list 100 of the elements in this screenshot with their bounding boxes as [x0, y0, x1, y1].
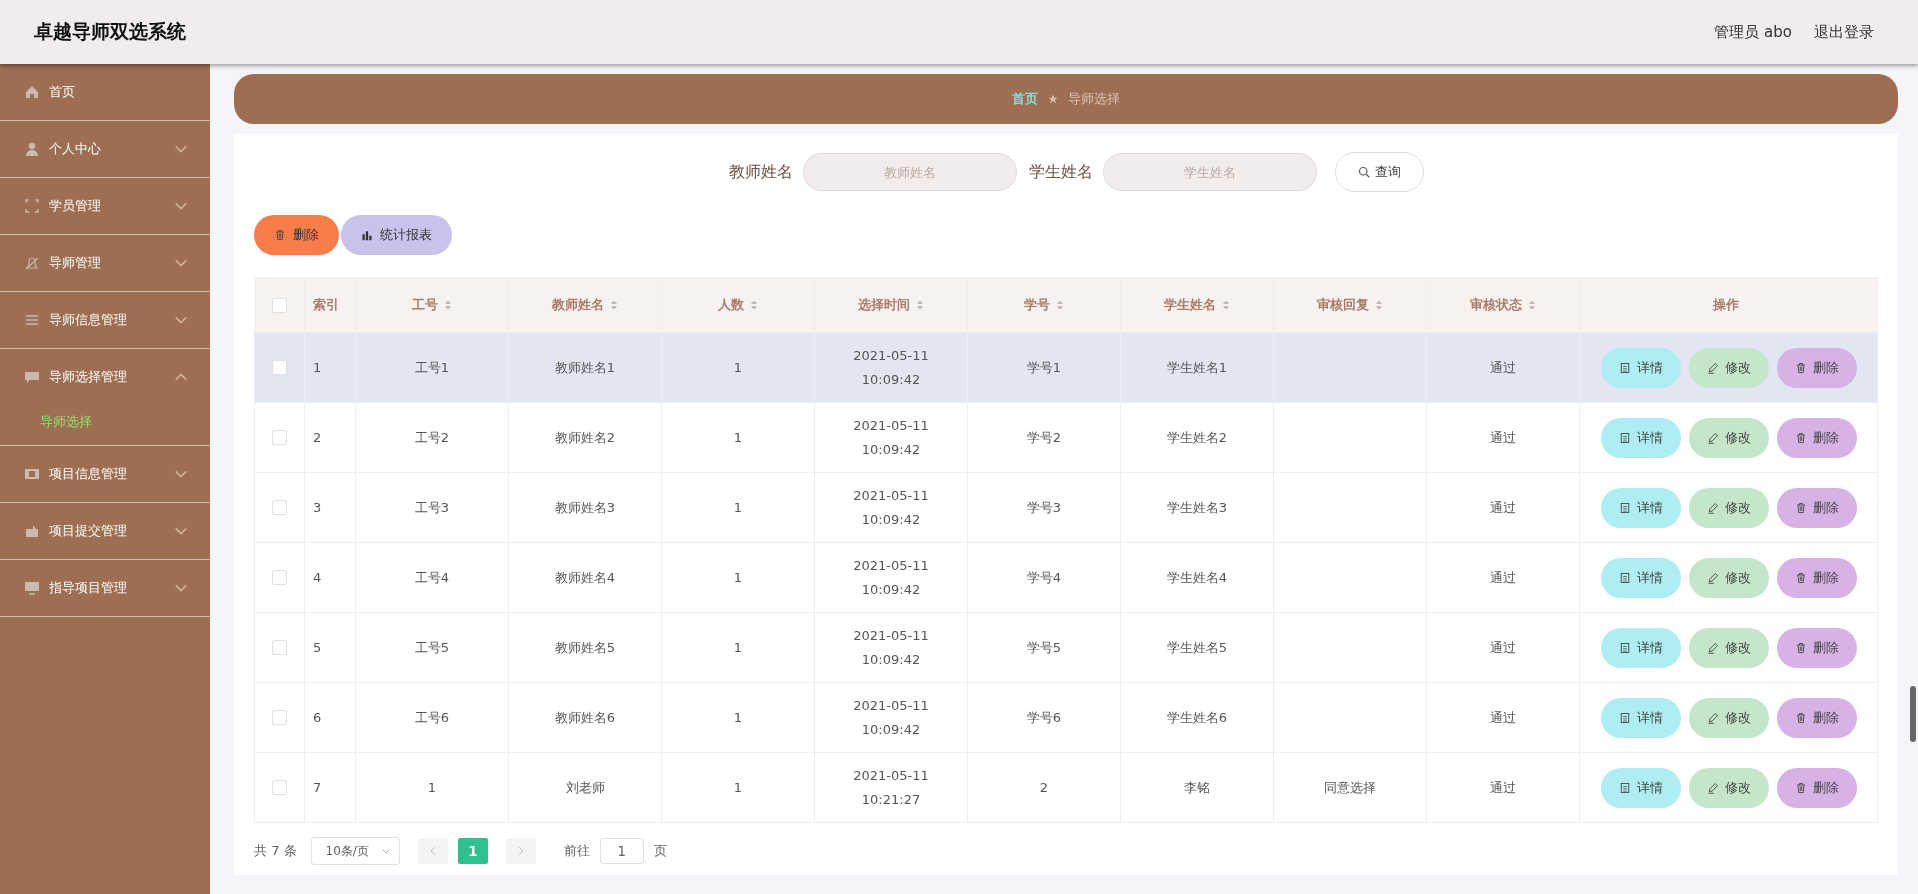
table-cell: 工号3: [414, 498, 450, 517]
delete-button[interactable]: 删除: [1776, 697, 1857, 738]
pencil-icon: [1706, 711, 1719, 724]
report-button[interactable]: 统计报表: [341, 215, 452, 255]
next-page-button[interactable]: [505, 838, 536, 864]
list-icon: [24, 312, 40, 328]
logout-link[interactable]: 退出登录: [1814, 22, 1874, 42]
column-header[interactable]: 选择时间: [857, 296, 910, 314]
detail-button[interactable]: 详情: [1600, 417, 1681, 458]
trash-icon: [1794, 571, 1807, 584]
delete-button[interactable]: 删除: [1776, 627, 1857, 668]
checkbox[interactable]: [272, 430, 287, 445]
goto-label: 前往: [563, 842, 590, 860]
table-row[interactable]: 3 工号3 教师姓名3 1 2021-05-11 10:09:42 学号3 学生姓名3 通过 详情 修改 删除: [255, 473, 1877, 543]
table-row[interactable]: 7 1 刘老师 1 2021-05-11 10:21:27 2 李铭 同意选择 通过 详情 修改 删除: [255, 753, 1877, 823]
delete-button[interactable]: 删除: [1776, 487, 1857, 528]
delete-button[interactable]: 删除: [1776, 767, 1857, 808]
checkbox[interactable]: [272, 570, 287, 585]
table-cell: 工号6: [414, 708, 450, 727]
edit-button[interactable]: 修改: [1688, 487, 1769, 528]
pencil-icon: [1706, 501, 1719, 514]
table-cell: 学号5: [1026, 638, 1062, 657]
table-row[interactable]: 6 工号6 教师姓名6 1 2021-05-11 10:09:42 学号6 学生姓名6 通过 详情 修改 删除: [255, 683, 1877, 753]
edit-button[interactable]: 修改: [1688, 347, 1769, 388]
delete-button[interactable]: 删除: [254, 215, 339, 255]
search-field[interactable]: 学生姓名: [1102, 153, 1317, 191]
edit-button[interactable]: 修改: [1688, 417, 1769, 458]
pencil-icon: [1706, 431, 1719, 444]
table-cell: 学号2: [1026, 428, 1062, 447]
table-cell-text: 2021-05-11 10:09:42: [852, 486, 930, 529]
previous-page-button[interactable]: [417, 838, 448, 864]
sidebar-item[interactable]: 项目信息管理: [0, 446, 210, 502]
sidebar-item[interactable]: 导师信息管理: [0, 292, 210, 348]
checkbox[interactable]: [272, 780, 287, 795]
column-header[interactable]: 审核回复: [1316, 296, 1369, 314]
column-header[interactable]: 学号: [1023, 296, 1050, 314]
sidebar-item[interactable]: 导师管理: [0, 235, 210, 291]
column-header[interactable]: 审核状态: [1469, 296, 1522, 314]
table-cell: 工号4: [414, 568, 450, 587]
table-cell: 工号5: [414, 638, 450, 657]
detail-button[interactable]: 详情: [1600, 487, 1681, 528]
checkbox[interactable]: [272, 640, 287, 655]
column-header[interactable]: 教师姓名: [551, 296, 604, 314]
sidebar-item[interactable]: 指导项目管理: [0, 560, 210, 616]
sidebar-item[interactable]: 首页: [0, 64, 210, 120]
delete-button[interactable]: 删除: [1776, 417, 1857, 458]
column-header[interactable]: 学生姓名: [1163, 296, 1216, 314]
column-header[interactable]: 操作: [1713, 296, 1739, 314]
page-number-field[interactable]: 1: [599, 838, 644, 864]
table-cell: 学生姓名1: [1166, 358, 1228, 377]
detail-button[interactable]: 详情: [1600, 557, 1681, 598]
checkbox[interactable]: [272, 360, 287, 375]
table-cell: 5: [313, 640, 322, 655]
table-cell: 7: [313, 780, 322, 795]
field-label: 学生姓名: [1028, 161, 1093, 183]
detail-button[interactable]: 详情: [1600, 347, 1681, 388]
checkbox[interactable]: [272, 500, 287, 515]
table-row[interactable]: 2 工号2 教师姓名2 1 2021-05-11 10:09:42 学号2 学生姓名2 通过 详情 修改 删除: [255, 403, 1877, 473]
table-cell: 李铭: [1184, 778, 1210, 797]
delete-button[interactable]: 删除: [1776, 347, 1857, 388]
document-icon: [1618, 501, 1631, 514]
page-size-select[interactable]: 10条/页: [310, 837, 400, 865]
checkbox[interactable]: [272, 297, 287, 313]
column-header[interactable]: 索引: [313, 296, 339, 314]
box-icon: [24, 523, 40, 539]
table-row[interactable]: 4 工号4 教师姓名4 1 2021-05-11 10:09:42 学号4 学生姓名4 通过 详情 修改 删除: [255, 543, 1877, 613]
table-cell: 1: [733, 710, 743, 725]
pencil-icon: [1706, 641, 1719, 654]
edit-button[interactable]: 修改: [1688, 557, 1769, 598]
checkbox[interactable]: [272, 710, 287, 725]
delete-button[interactable]: 删除: [1776, 557, 1857, 598]
sidebar-item[interactable]: 学员管理: [0, 178, 210, 234]
table-cell: 1: [733, 780, 743, 795]
table-row[interactable]: 1 工号1 教师姓名1 1 2021-05-11 10:09:42 学号1 学生姓名1 通过 详情 修改 删除: [255, 333, 1877, 403]
edit-button[interactable]: 修改: [1688, 697, 1769, 738]
search-icon: [1357, 166, 1370, 178]
edit-button[interactable]: 修改: [1688, 627, 1769, 668]
detail-button[interactable]: 详情: [1600, 627, 1681, 668]
table-cell: 1: [733, 500, 743, 515]
chat-icon: [24, 369, 40, 385]
document-icon: [1618, 431, 1631, 444]
breadcrumb-link[interactable]: 首页: [1012, 90, 1038, 108]
scrollbar-thumb[interactable]: [1910, 686, 1916, 742]
sidebar-item[interactable]: 项目提交管理: [0, 503, 210, 559]
search-field[interactable]: 教师姓名: [802, 153, 1017, 191]
pencil-icon: [1706, 781, 1719, 794]
column-header[interactable]: 工号: [411, 296, 438, 314]
detail-button[interactable]: 详情: [1600, 767, 1681, 808]
table-cell: 工号1: [414, 358, 450, 377]
search-button[interactable]: 查询: [1334, 152, 1424, 192]
table-cell: 通过: [1490, 568, 1516, 587]
column-header[interactable]: 人数: [717, 296, 744, 314]
table-cell: 学生姓名6: [1166, 708, 1228, 727]
detail-button[interactable]: 详情: [1600, 697, 1681, 738]
trash-icon: [274, 229, 286, 241]
table-cell: 1: [733, 570, 743, 585]
edit-button[interactable]: 修改: [1688, 767, 1769, 808]
sidebar-item[interactable]: 个人中心: [0, 121, 210, 177]
table-cell: 1: [733, 430, 743, 445]
table-row[interactable]: 5 工号5 教师姓名5 1 2021-05-11 10:09:42 学号5 学生姓名5 通过 详情 修改 删除: [255, 613, 1877, 683]
